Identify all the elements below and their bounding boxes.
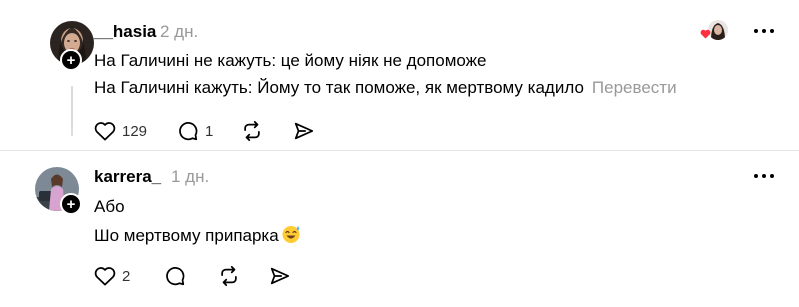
share-button[interactable] xyxy=(269,264,291,288)
comment-icon xyxy=(179,122,198,141)
like-button[interactable]: 2 xyxy=(94,264,130,288)
reply-count: 1 xyxy=(205,122,214,140)
post: + __hasia 2 дн. На Галичині не кажуть: ц… xyxy=(0,0,799,150)
reply-button[interactable] xyxy=(164,264,186,288)
repost-button[interactable] xyxy=(241,119,263,143)
like-button[interactable]: 129 xyxy=(94,119,147,143)
share-icon xyxy=(271,267,290,285)
repost-button[interactable] xyxy=(218,264,240,288)
username[interactable]: karrera_ xyxy=(94,167,161,187)
post-text-line: На Галичині кажуть: Йому то так поможе, … xyxy=(94,78,677,98)
sweat-smile-emoji-icon xyxy=(282,226,300,243)
action-bar: 129 1 xyxy=(94,119,315,143)
more-icon[interactable] xyxy=(752,166,776,186)
username[interactable]: __hasia xyxy=(94,22,156,42)
post-text-line: На Галичині не кажуть: це йому ніяк не д… xyxy=(94,51,487,70)
like-count: 2 xyxy=(122,267,131,285)
heart-icon xyxy=(94,267,116,286)
thread-line xyxy=(71,86,73,136)
more-icon[interactable] xyxy=(752,21,776,41)
repost-icon xyxy=(221,265,238,287)
heart-icon xyxy=(94,122,116,141)
follow-plus-icon[interactable]: + xyxy=(60,49,82,71)
liked-by-author-avatar xyxy=(708,20,728,40)
post-text-line: Шо мертвому припарка xyxy=(94,224,301,246)
comment-icon xyxy=(166,267,185,286)
like-count: 129 xyxy=(122,122,148,140)
post-text-line: Або xyxy=(94,197,125,216)
timestamp[interactable]: 2 дн. xyxy=(160,22,198,42)
translate-link[interactable]: Перевести xyxy=(592,78,677,97)
repost-icon xyxy=(244,120,261,142)
liked-heart-icon xyxy=(700,29,711,39)
timestamp[interactable]: 1 дн. xyxy=(171,167,209,187)
follow-plus-icon[interactable]: + xyxy=(60,193,82,215)
reply-button[interactable]: 1 xyxy=(177,119,213,143)
action-bar: 2 xyxy=(94,264,291,288)
post-text: На Галичині кажуть: Йому то так поможе, … xyxy=(94,78,584,97)
share-icon xyxy=(295,122,314,140)
share-button[interactable] xyxy=(293,119,315,143)
post-text: Шо мертвому припарка xyxy=(94,226,279,245)
post: + karrera_ 1 дн. Або Шо мертвому припарк… xyxy=(0,150,799,307)
